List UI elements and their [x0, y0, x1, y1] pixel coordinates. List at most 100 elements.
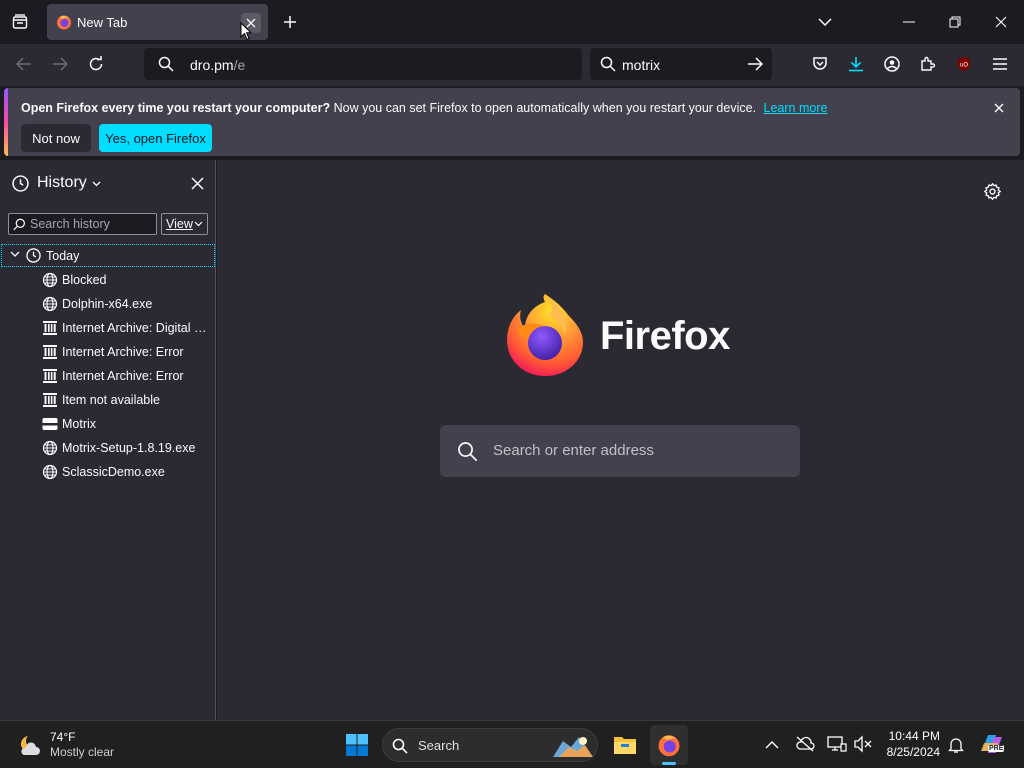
globe-icon — [42, 464, 58, 480]
history-item[interactable]: Motrix — [42, 413, 214, 435]
firefox-icon — [658, 735, 680, 757]
clock-date: 8/25/2024 — [886, 745, 940, 759]
navigation-toolbar: dro.pm/e motrix uO — [0, 44, 1024, 86]
search-icon — [458, 442, 478, 462]
firefox-view-button[interactable] — [4, 6, 36, 38]
clock-widget[interactable]: 10:44 PM 8/25/2024 — [878, 727, 944, 763]
onedrive-offline-icon[interactable] — [795, 736, 815, 752]
history-item[interactable]: Item not available — [42, 389, 214, 411]
chevron-down-icon — [818, 18, 832, 27]
tab-new-tab[interactable]: New Tab — [47, 4, 268, 40]
plus-icon — [284, 16, 296, 28]
default-browser-notification: Open Firefox every time you restart your… — [4, 88, 1020, 156]
firefox-taskbar-button[interactable] — [650, 725, 688, 765]
address-bar[interactable]: dro.pm/e — [144, 48, 582, 80]
not-now-button[interactable]: Not now — [21, 124, 91, 152]
app-menu-button[interactable] — [984, 48, 1016, 80]
address-path: /e — [233, 57, 246, 73]
search-history-input[interactable]: Search history — [8, 213, 157, 235]
history-item-label: Internet Archive: Error — [62, 369, 184, 383]
notification-message: Open Firefox every time you restart your… — [21, 101, 827, 115]
new-tab-search-input[interactable]: Search or enter address — [440, 425, 800, 477]
close-icon[interactable] — [994, 103, 1004, 113]
history-item[interactable]: Internet Archive: Digital Li... — [42, 317, 214, 339]
puzzle-icon — [921, 56, 936, 71]
clock-time: 10:44 PM — [888, 729, 940, 743]
file-explorer-button[interactable] — [606, 725, 644, 765]
go-arrow-icon[interactable] — [747, 57, 763, 71]
extensions-button[interactable] — [912, 48, 944, 80]
download-icon — [849, 57, 863, 72]
chevron-up-icon[interactable] — [765, 740, 779, 749]
history-group-today[interactable]: Today — [1, 244, 215, 267]
history-item[interactable]: Blocked — [42, 269, 214, 291]
title-bar: New Tab — [0, 0, 1024, 44]
firefox-view-icon — [12, 14, 28, 29]
reload-button[interactable] — [80, 48, 112, 80]
close-window-button[interactable] — [985, 6, 1017, 38]
yes-open-firefox-button[interactable]: Yes, open Firefox — [99, 124, 212, 152]
firefox-wordmark: Firefox — [600, 314, 730, 358]
notification-bell-icon[interactable] — [948, 736, 964, 754]
minimize-icon — [903, 21, 915, 23]
volume-muted-icon[interactable] — [853, 735, 873, 753]
search-highlight-icon — [553, 737, 593, 757]
history-item[interactable]: Internet Archive: Error — [42, 365, 214, 387]
view-button-label: View — [166, 217, 193, 231]
restore-button[interactable] — [939, 6, 971, 38]
start-button[interactable] — [338, 725, 376, 765]
windows-logo-icon — [346, 734, 368, 756]
history-item-label: Blocked — [62, 273, 107, 287]
history-item[interactable]: Dolphin-x64.exe — [42, 293, 214, 315]
svg-text:uO: uO — [960, 63, 968, 69]
weather-moon-cloud-icon — [21, 734, 40, 755]
minimize-button[interactable] — [893, 6, 925, 38]
account-button[interactable] — [876, 48, 908, 80]
close-icon — [995, 16, 1007, 28]
twisty-expanded-icon — [10, 251, 20, 257]
motrix-icon — [42, 416, 58, 432]
history-item[interactable]: SclassicDemo.exe — [42, 461, 214, 483]
gear-icon[interactable] — [984, 183, 1001, 200]
close-icon[interactable] — [191, 177, 204, 190]
view-button[interactable]: View — [161, 213, 208, 235]
sidebar-title[interactable]: History — [37, 174, 87, 192]
active-app-indicator — [662, 762, 676, 765]
notification-accent-bar — [4, 88, 8, 156]
search-icon — [158, 56, 174, 72]
globe-icon — [42, 440, 58, 456]
network-display-icon[interactable] — [827, 735, 847, 753]
taskbar-search-box[interactable]: Search — [382, 728, 598, 762]
globe-icon — [42, 272, 58, 288]
history-item-label: Dolphin-x64.exe — [62, 297, 153, 311]
history-item[interactable]: Motrix-Setup-1.8.19.exe — [42, 437, 214, 459]
new-tab-search-placeholder: Search or enter address — [493, 442, 654, 459]
search-bar[interactable]: motrix — [590, 48, 772, 80]
pocket-button[interactable] — [804, 48, 836, 80]
clock-icon — [12, 175, 29, 192]
forward-button[interactable] — [44, 48, 76, 80]
back-button[interactable] — [8, 48, 40, 80]
copilot-button[interactable]: PRE — [978, 731, 1008, 759]
history-item-label: Item not available — [62, 393, 160, 407]
list-all-tabs-button[interactable] — [809, 6, 841, 38]
copilot-preview-badge: PRE — [988, 745, 1005, 752]
chevron-down-icon — [194, 221, 203, 227]
history-item-label: SclassicDemo.exe — [62, 465, 165, 479]
firefox-favicon-icon — [57, 15, 71, 30]
archive-icon — [42, 392, 58, 408]
ublock-origin-button[interactable]: uO — [948, 48, 980, 80]
history-sidebar: History Search history View Today Blocke… — [0, 160, 216, 720]
sidebar-header: History — [0, 160, 216, 206]
downloads-button[interactable] — [840, 48, 872, 80]
weather-widget[interactable]: 74°F Mostly clear — [12, 725, 122, 765]
learn-more-link[interactable]: Learn more — [764, 101, 828, 115]
chevron-down-icon[interactable] — [92, 181, 101, 187]
archive-icon — [42, 344, 58, 360]
ublock-origin-icon: uO — [958, 57, 970, 71]
new-tab-button[interactable] — [274, 6, 306, 38]
account-icon — [884, 56, 900, 72]
tab-title: New Tab — [77, 15, 128, 30]
history-item[interactable]: Internet Archive: Error — [42, 341, 214, 363]
history-group-label: Today — [46, 249, 80, 263]
